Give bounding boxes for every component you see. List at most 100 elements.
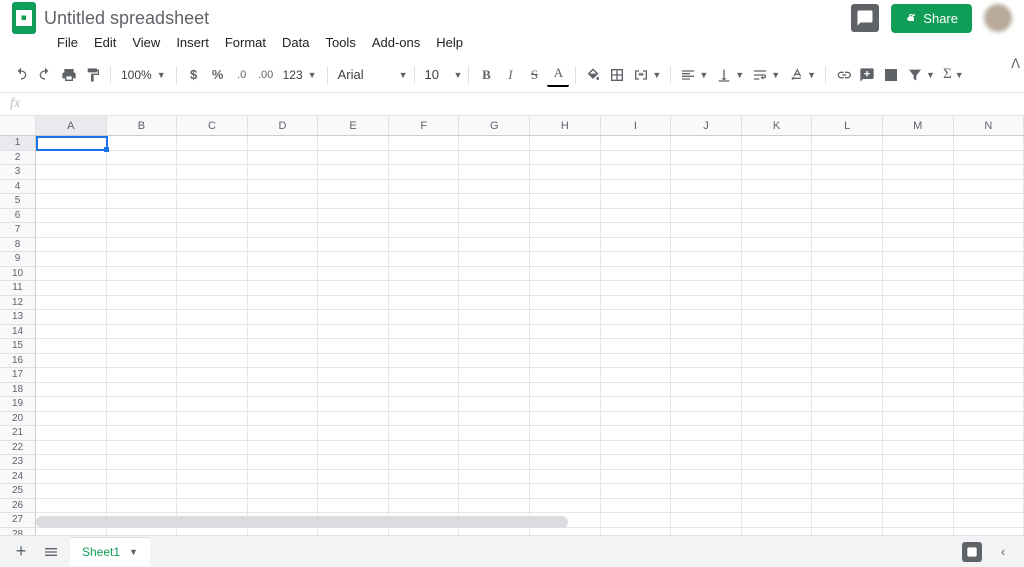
cell[interactable] bbox=[459, 441, 530, 456]
cell[interactable] bbox=[318, 267, 389, 282]
cell[interactable] bbox=[671, 325, 742, 340]
column-header-E[interactable]: E bbox=[318, 116, 389, 135]
cell[interactable] bbox=[601, 412, 672, 427]
bold-button[interactable]: B bbox=[475, 63, 497, 87]
cell[interactable] bbox=[601, 151, 672, 166]
cell[interactable] bbox=[177, 484, 248, 499]
row-header-22[interactable]: 22 bbox=[0, 441, 36, 456]
cell[interactable] bbox=[459, 397, 530, 412]
cell[interactable] bbox=[36, 383, 107, 398]
explore-button[interactable] bbox=[962, 542, 982, 562]
cell[interactable] bbox=[671, 368, 742, 383]
cell[interactable] bbox=[177, 455, 248, 470]
cell[interactable] bbox=[601, 267, 672, 282]
cell[interactable] bbox=[671, 238, 742, 253]
cell[interactable] bbox=[177, 281, 248, 296]
cell[interactable] bbox=[389, 441, 460, 456]
cell[interactable] bbox=[671, 281, 742, 296]
cell[interactable] bbox=[742, 426, 813, 441]
cell[interactable] bbox=[954, 267, 1024, 282]
cell[interactable] bbox=[389, 484, 460, 499]
cell[interactable] bbox=[742, 325, 813, 340]
cell[interactable] bbox=[530, 267, 601, 282]
cell[interactable] bbox=[177, 441, 248, 456]
cell[interactable] bbox=[248, 354, 319, 369]
cell[interactable] bbox=[671, 354, 742, 369]
cell[interactable] bbox=[954, 339, 1024, 354]
cell[interactable] bbox=[459, 339, 530, 354]
cell[interactable] bbox=[954, 513, 1024, 528]
cell[interactable] bbox=[883, 281, 954, 296]
cell[interactable] bbox=[459, 426, 530, 441]
cell[interactable] bbox=[530, 383, 601, 398]
vertical-align-button[interactable]: ▼ bbox=[713, 63, 747, 87]
cell[interactable] bbox=[742, 194, 813, 209]
row-header-10[interactable]: 10 bbox=[0, 267, 36, 282]
cell[interactable] bbox=[107, 397, 178, 412]
cell[interactable] bbox=[107, 455, 178, 470]
cell[interactable] bbox=[318, 223, 389, 238]
cell[interactable] bbox=[954, 455, 1024, 470]
cell[interactable] bbox=[812, 180, 883, 195]
cell[interactable] bbox=[883, 470, 954, 485]
cell[interactable] bbox=[601, 165, 672, 180]
menu-edit[interactable]: Edit bbox=[87, 32, 123, 53]
cell[interactable] bbox=[177, 412, 248, 427]
cell[interactable] bbox=[459, 252, 530, 267]
cell[interactable] bbox=[742, 513, 813, 528]
formula-bar[interactable]: fx bbox=[0, 93, 1024, 116]
cell[interactable] bbox=[530, 310, 601, 325]
cell[interactable] bbox=[671, 136, 742, 151]
row-header-26[interactable]: 26 bbox=[0, 499, 36, 514]
cell[interactable] bbox=[107, 470, 178, 485]
cell[interactable] bbox=[36, 310, 107, 325]
cell[interactable] bbox=[954, 383, 1024, 398]
cell[interactable] bbox=[812, 267, 883, 282]
cell[interactable] bbox=[36, 325, 107, 340]
cell[interactable] bbox=[671, 397, 742, 412]
cell[interactable] bbox=[601, 180, 672, 195]
cell[interactable] bbox=[36, 470, 107, 485]
cell[interactable] bbox=[812, 455, 883, 470]
borders-button[interactable] bbox=[606, 63, 628, 87]
cell[interactable] bbox=[389, 267, 460, 282]
cell[interactable] bbox=[389, 412, 460, 427]
cell[interactable] bbox=[107, 136, 178, 151]
cell[interactable] bbox=[389, 383, 460, 398]
column-header-D[interactable]: D bbox=[248, 116, 319, 135]
cell[interactable] bbox=[530, 252, 601, 267]
cell[interactable] bbox=[954, 412, 1024, 427]
cell[interactable] bbox=[601, 339, 672, 354]
spreadsheet-grid[interactable]: ABCDEFGHIJKLMN 1234567891011121314151617… bbox=[0, 116, 1024, 548]
share-button[interactable]: Share bbox=[891, 4, 972, 33]
row-header-11[interactable]: 11 bbox=[0, 281, 36, 296]
cell[interactable] bbox=[36, 484, 107, 499]
text-rotation-button[interactable]: ▼ bbox=[785, 63, 819, 87]
row-header-15[interactable]: 15 bbox=[0, 339, 36, 354]
column-header-C[interactable]: C bbox=[177, 116, 248, 135]
cell[interactable] bbox=[177, 223, 248, 238]
font-size-dropdown[interactable]: 10 bbox=[421, 67, 449, 82]
cell[interactable] bbox=[812, 397, 883, 412]
cell[interactable] bbox=[530, 441, 601, 456]
cell[interactable] bbox=[36, 151, 107, 166]
column-header-H[interactable]: H bbox=[530, 116, 601, 135]
cell[interactable] bbox=[812, 165, 883, 180]
cell[interactable] bbox=[601, 354, 672, 369]
cell[interactable] bbox=[389, 180, 460, 195]
cell[interactable] bbox=[318, 455, 389, 470]
cell[interactable] bbox=[459, 267, 530, 282]
cell[interactable] bbox=[530, 455, 601, 470]
cell[interactable] bbox=[883, 513, 954, 528]
cell[interactable] bbox=[107, 368, 178, 383]
cell[interactable] bbox=[107, 426, 178, 441]
document-title[interactable]: Untitled spreadsheet bbox=[44, 8, 209, 29]
cell[interactable] bbox=[36, 455, 107, 470]
row-header-7[interactable]: 7 bbox=[0, 223, 36, 238]
cell[interactable] bbox=[954, 296, 1024, 311]
menu-format[interactable]: Format bbox=[218, 32, 273, 53]
cell[interactable] bbox=[671, 252, 742, 267]
cell[interactable] bbox=[812, 412, 883, 427]
cell[interactable] bbox=[954, 397, 1024, 412]
cell[interactable] bbox=[459, 281, 530, 296]
